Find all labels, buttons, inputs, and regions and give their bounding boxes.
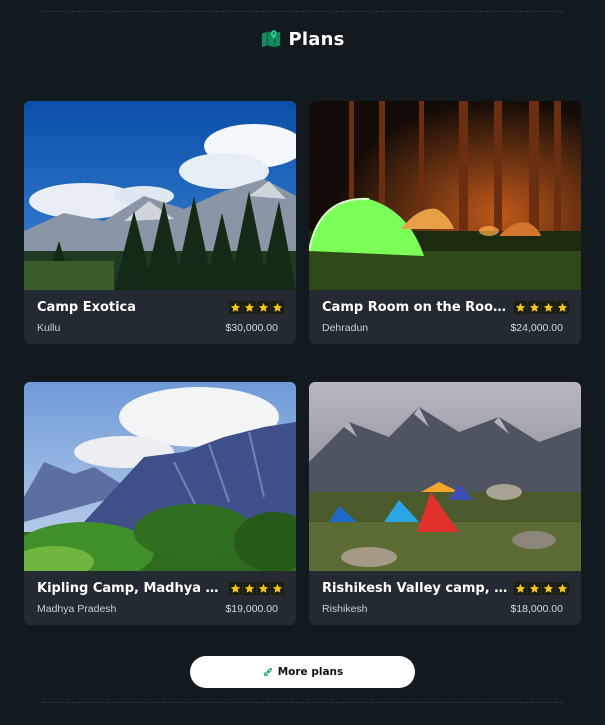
plan-price: $30,000.00 [225, 322, 278, 334]
page-title: Plans [288, 28, 345, 50]
rocket-icon [262, 666, 274, 678]
star-icon [243, 582, 256, 595]
plan-location: Madhya Pradesh [37, 603, 117, 615]
plan-price: $18,000.00 [510, 603, 563, 615]
map-icon [260, 28, 282, 50]
star-icon [229, 301, 242, 314]
star-icon [229, 582, 242, 595]
plan-title: Kipling Camp, Madhya Pra... [37, 581, 225, 596]
plan-card[interactable]: Kipling Camp, Madhya Pra... Madhya Prade… [24, 382, 296, 625]
more-plans-button[interactable]: More plans [190, 656, 415, 688]
star-icon [528, 582, 541, 595]
plan-price: $24,000.00 [510, 322, 563, 334]
star-icon [257, 582, 270, 595]
star-icon [514, 582, 527, 595]
star-icon [528, 301, 541, 314]
plan-location: Kullu [37, 322, 61, 334]
mountain-forest-photo [24, 101, 296, 290]
mountain-tents-photo [309, 382, 581, 571]
plan-title: Camp Room on the Roof, ... [322, 300, 510, 315]
star-icon [556, 582, 569, 595]
rating-stars [229, 301, 284, 314]
rating-stars [229, 582, 284, 595]
more-plans-label: More plans [277, 666, 344, 678]
plan-card[interactable]: Camp Room on the Roof, ... Dehradun $24,… [309, 101, 581, 344]
bottom-divider [42, 702, 563, 703]
star-icon [514, 301, 527, 314]
star-icon [542, 301, 555, 314]
plan-title: Camp Exotica [37, 300, 137, 315]
rating-stars [514, 301, 569, 314]
plan-location: Dehradun [322, 322, 369, 334]
star-icon [243, 301, 256, 314]
plan-card[interactable]: Rishikesh Valley camp, Ris... Rishikesh … [309, 382, 581, 625]
star-icon [542, 582, 555, 595]
top-divider [42, 11, 563, 12]
plan-location: Rishikesh [322, 603, 368, 615]
section-header: Plans [0, 28, 605, 50]
star-icon [257, 301, 270, 314]
valley-peaks-photo [24, 382, 296, 571]
star-icon [271, 301, 284, 314]
plan-price: $19,000.00 [225, 603, 278, 615]
rating-stars [514, 582, 569, 595]
plan-title: Rishikesh Valley camp, Ris... [322, 581, 510, 596]
star-icon [556, 301, 569, 314]
star-icon [271, 582, 284, 595]
plans-grid: Camp Exotica Kullu $30,000.00 Camp Room … [24, 101, 581, 625]
night-tents-photo [309, 101, 581, 290]
plan-card[interactable]: Camp Exotica Kullu $30,000.00 [24, 101, 296, 344]
